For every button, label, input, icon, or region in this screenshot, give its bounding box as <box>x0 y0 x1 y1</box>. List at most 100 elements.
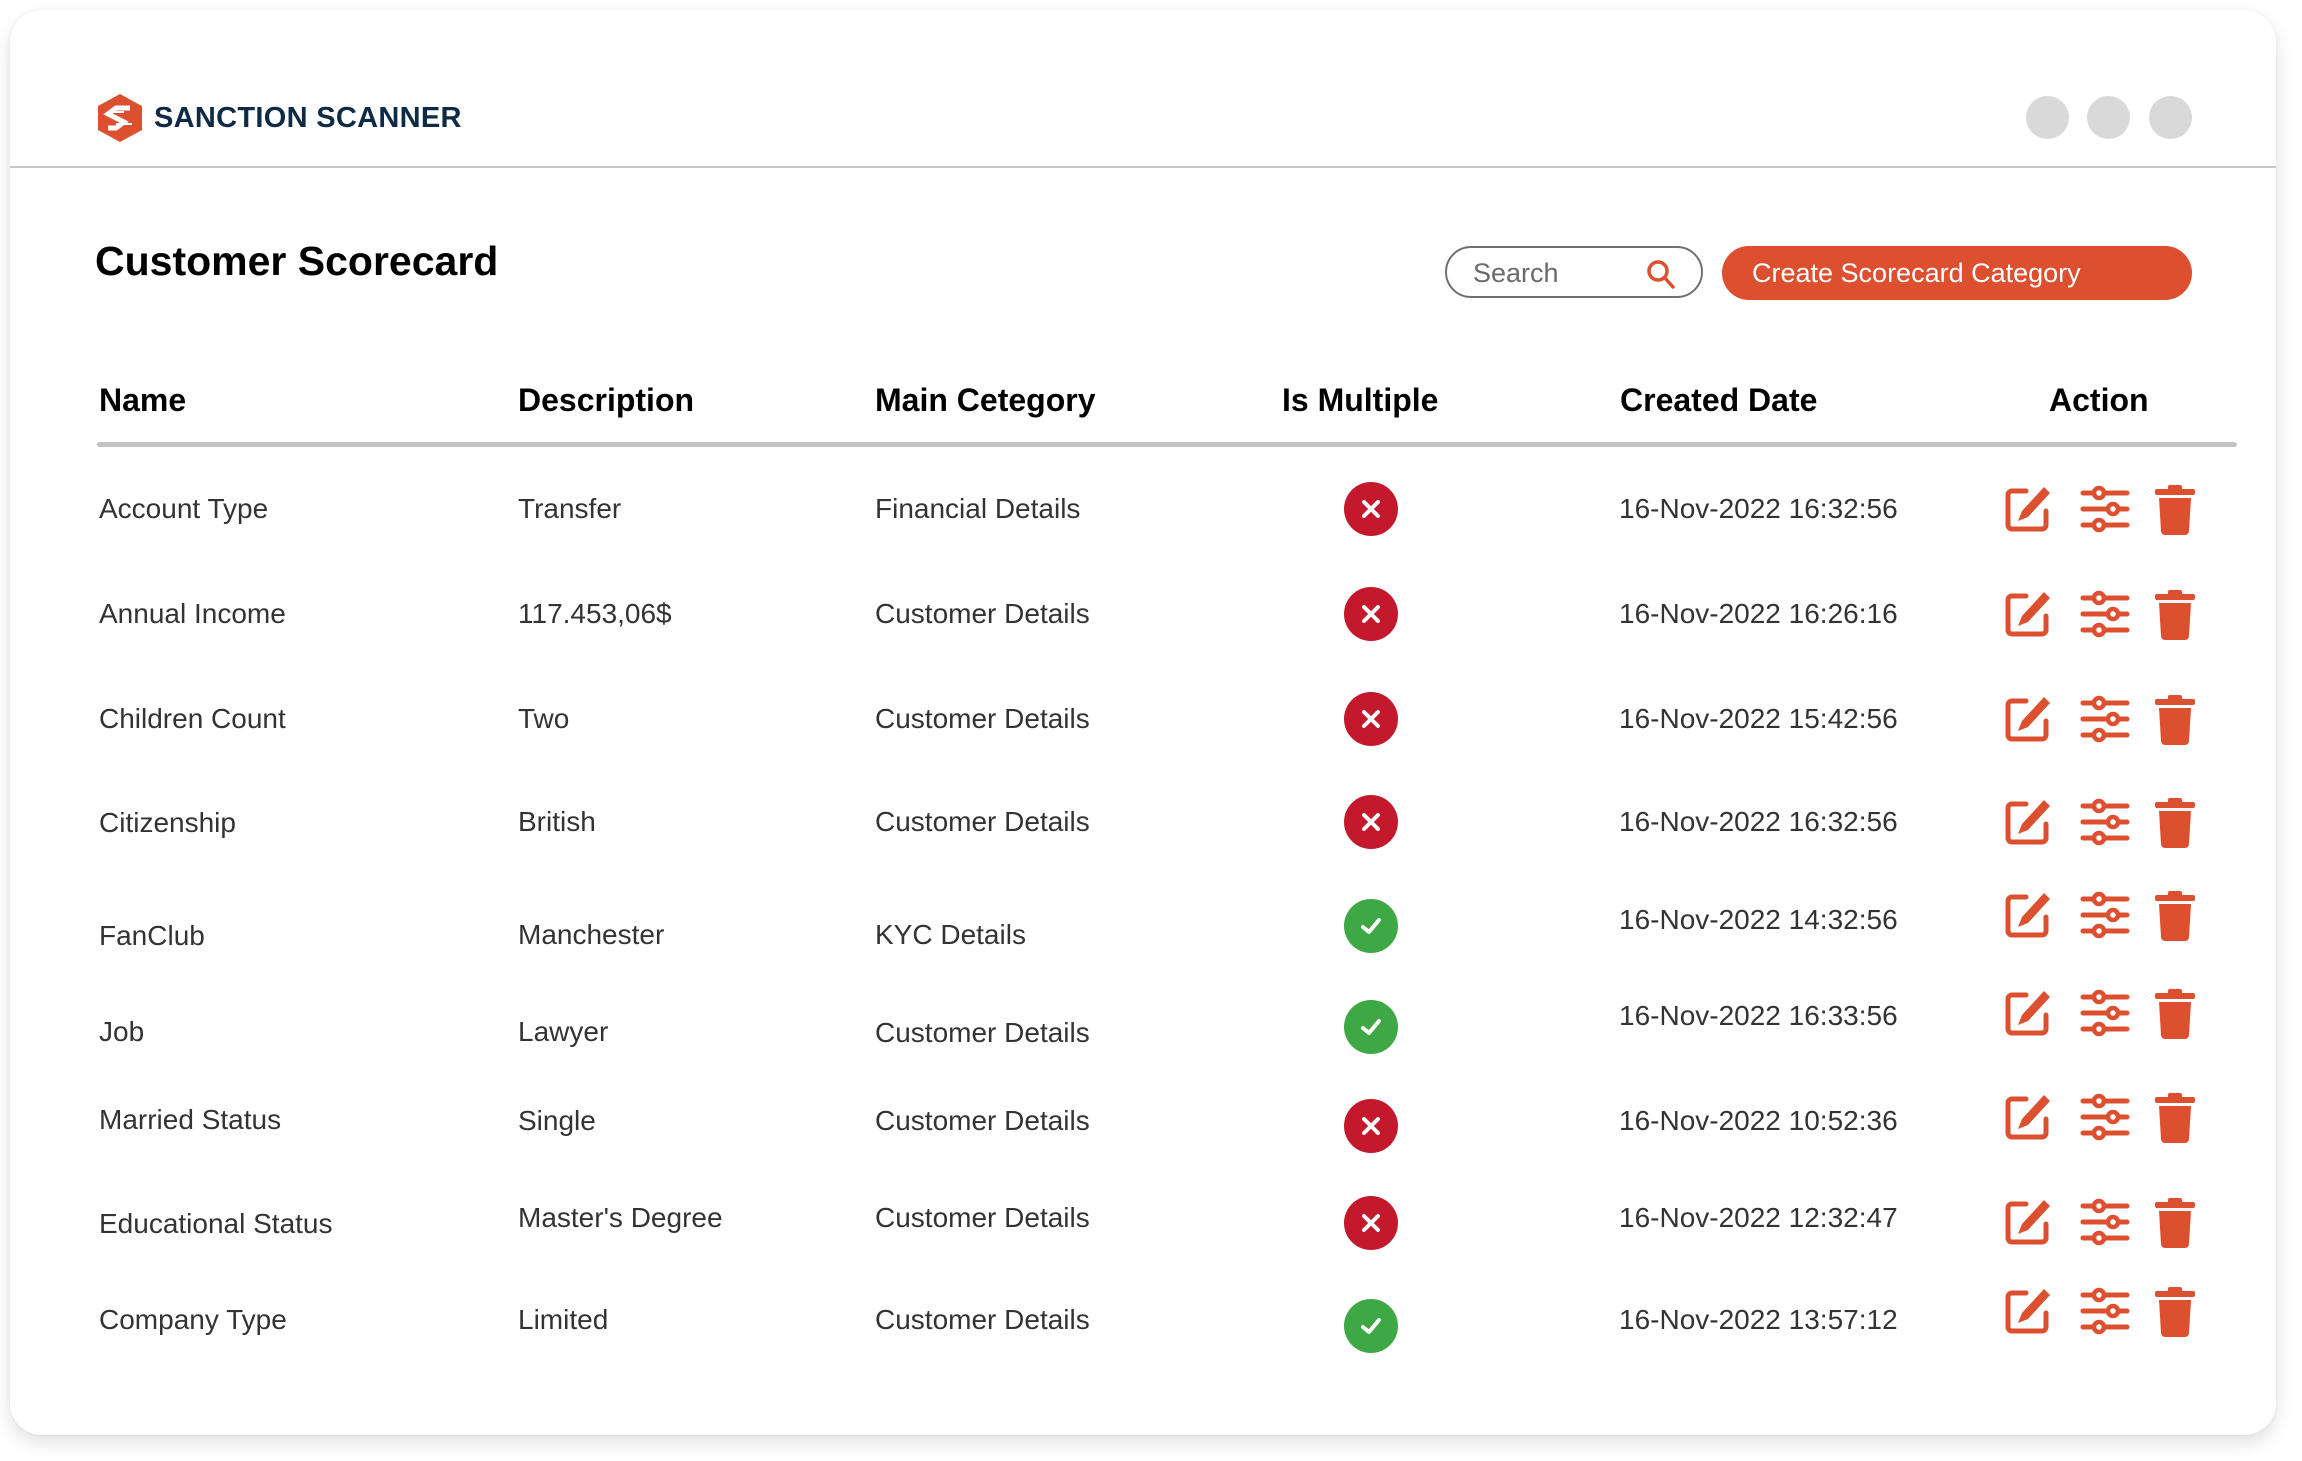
trash-icon <box>2147 1089 2203 1145</box>
sliders-icon <box>2077 481 2133 537</box>
edit-button[interactable] <box>2000 1194 2056 1250</box>
settings-button[interactable] <box>2077 691 2133 747</box>
column-header-name[interactable]: Name <box>99 382 186 419</box>
sanction-scanner-logo-icon <box>98 94 142 142</box>
sliders-icon <box>2077 586 2133 642</box>
cell-created-date: 16-Nov-2022 16:32:56 <box>1619 493 1898 524</box>
cell-description: British <box>518 806 596 837</box>
cell-name: Account Type <box>99 493 269 524</box>
cell-created-date: 16-Nov-2022 10:52:36 <box>1619 1105 1898 1136</box>
search-input[interactable] <box>1471 256 1635 290</box>
page-title: Customer Scorecard <box>95 238 499 284</box>
window-control-dot[interactable] <box>2026 96 2069 139</box>
sliders-icon <box>2077 691 2133 747</box>
cell-main-category: Financial Details <box>875 493 1081 524</box>
cell-created-date: 16-Nov-2022 14:32:56 <box>1619 904 1898 935</box>
sliders-icon <box>2077 985 2133 1041</box>
edit-icon <box>2000 985 2056 1041</box>
delete-button[interactable] <box>2147 691 2203 747</box>
delete-button[interactable] <box>2147 1283 2203 1339</box>
settings-button[interactable] <box>2077 586 2133 642</box>
sliders-icon <box>2077 794 2133 850</box>
cell-created-date: 16-Nov-2022 12:32:47 <box>1619 1202 1898 1233</box>
cell-main-category: Customer Details <box>875 1017 1090 1048</box>
cell-created-date: 16-Nov-2022 13:57:12 <box>1619 1304 1898 1335</box>
sliders-icon <box>2077 887 2133 943</box>
cell-name: Annual Income <box>99 598 286 629</box>
settings-button[interactable] <box>2077 481 2133 537</box>
cell-main-category: Customer Details <box>875 1304 1090 1335</box>
edit-icon <box>2000 1194 2056 1250</box>
search-icon[interactable] <box>1645 258 1677 290</box>
cell-created-date: 16-Nov-2022 16:32:56 <box>1619 806 1898 837</box>
cell-main-category: Customer Details <box>875 806 1090 837</box>
delete-button[interactable] <box>2147 586 2203 642</box>
cell-description: Manchester <box>518 919 665 950</box>
column-header-main-category[interactable]: Main Cetegory <box>875 382 1095 419</box>
cell-main-category: Customer Details <box>875 1105 1090 1136</box>
create-scorecard-category-button[interactable]: Create Scorecard Category <box>1722 246 2192 300</box>
edit-button[interactable] <box>2000 586 2056 642</box>
settings-button[interactable] <box>2077 887 2133 943</box>
brand-name: SANCTION SCANNER <box>154 101 462 134</box>
edit-button[interactable] <box>2000 794 2056 850</box>
cell-main-category: KYC Details <box>875 919 1026 950</box>
topbar-divider <box>10 166 2276 168</box>
cell-created-date: 16-Nov-2022 16:26:16 <box>1619 598 1898 629</box>
cell-name: Job <box>99 1016 145 1047</box>
cell-created-date: 16-Nov-2022 15:42:56 <box>1619 703 1898 734</box>
trash-icon <box>2147 481 2203 537</box>
delete-button[interactable] <box>2147 794 2203 850</box>
edit-button[interactable] <box>2000 691 2056 747</box>
sliders-icon <box>2077 1194 2133 1250</box>
cell-description: Limited <box>518 1304 609 1335</box>
settings-button[interactable] <box>2077 985 2133 1041</box>
check-circle-icon <box>1344 1299 1398 1353</box>
delete-button[interactable] <box>2147 985 2203 1041</box>
cell-created-date: 16-Nov-2022 16:33:56 <box>1619 1000 1898 1031</box>
trash-icon <box>2147 794 2203 850</box>
cell-description: Lawyer <box>518 1016 609 1047</box>
delete-button[interactable] <box>2147 1089 2203 1145</box>
delete-button[interactable] <box>2147 1194 2203 1250</box>
cell-main-category: Customer Details <box>875 598 1090 629</box>
window-control-dot[interactable] <box>2087 96 2130 139</box>
edit-icon <box>2000 794 2056 850</box>
edit-button[interactable] <box>2000 481 2056 537</box>
trash-icon <box>2147 887 2203 943</box>
edit-button[interactable] <box>2000 887 2056 943</box>
trash-icon <box>2147 1194 2203 1250</box>
cell-description: Single <box>518 1105 596 1136</box>
column-header-description[interactable]: Description <box>518 382 694 419</box>
x-circle-icon <box>1344 795 1398 849</box>
window-control-dot[interactable] <box>2149 96 2192 139</box>
edit-icon <box>2000 887 2056 943</box>
sliders-icon <box>2077 1089 2133 1145</box>
x-circle-icon <box>1344 1099 1398 1153</box>
cell-name: Educational Status <box>99 1208 333 1239</box>
settings-button[interactable] <box>2077 794 2133 850</box>
trash-icon <box>2147 586 2203 642</box>
column-header-action: Action <box>2049 382 2149 418</box>
cell-description: Transfer <box>518 493 622 524</box>
search-box[interactable] <box>1445 246 1703 298</box>
settings-button[interactable] <box>2077 1194 2133 1250</box>
edit-icon <box>2000 1283 2056 1339</box>
sliders-icon <box>2077 1283 2133 1339</box>
column-header-is-multiple[interactable]: Is Multiple <box>1282 382 1438 419</box>
edit-button[interactable] <box>2000 1089 2056 1145</box>
delete-button[interactable] <box>2147 481 2203 537</box>
check-circle-icon <box>1344 1000 1398 1054</box>
settings-button[interactable] <box>2077 1283 2133 1339</box>
column-header-created-date[interactable]: Created Date <box>1620 382 1817 419</box>
check-circle-icon <box>1344 899 1398 953</box>
brand-logo[interactable]: SANCTION SCANNER <box>94 92 462 144</box>
cell-description: Master's Degree <box>518 1202 723 1233</box>
delete-button[interactable] <box>2147 887 2203 943</box>
edit-button[interactable] <box>2000 1283 2056 1339</box>
settings-button[interactable] <box>2077 1089 2133 1145</box>
edit-button[interactable] <box>2000 985 2056 1041</box>
cell-name: Married Status <box>99 1104 282 1135</box>
app-window <box>10 10 2276 1435</box>
header-divider <box>97 442 2237 447</box>
